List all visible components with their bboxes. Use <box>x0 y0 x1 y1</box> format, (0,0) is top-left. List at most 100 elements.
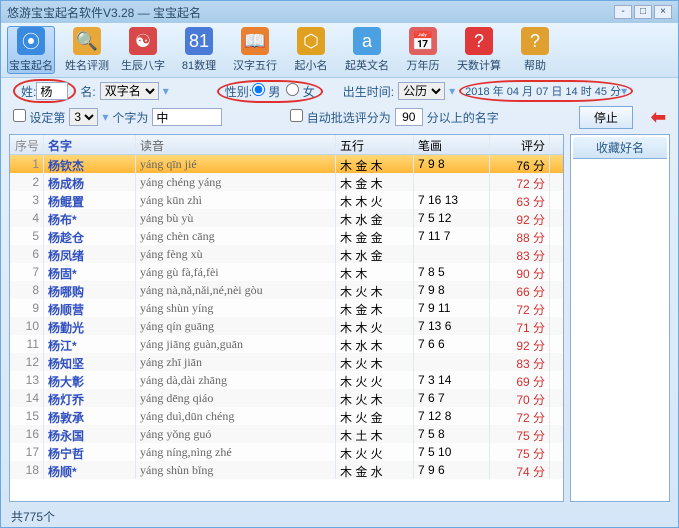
datetime-value[interactable]: 2018 年 04 月 07 日 14 时 45 分 <box>465 83 621 99</box>
toolbar-label: 宝宝起名 <box>9 57 53 73</box>
cell-wuxing: 木 水 金 <box>336 245 414 263</box>
dropdown-icon[interactable]: ▾ <box>449 84 455 98</box>
cell-score: 75 分 <box>490 425 550 443</box>
table-row[interactable]: 16杨永国yáng yǒng guó木 土 木7 5 875 分 <box>10 425 563 443</box>
table-row[interactable]: 1杨钦杰yáng qīn jié木 金 木7 9 876 分 <box>10 155 563 173</box>
toolbar-生辰八字[interactable]: ☯生辰八字 <box>119 26 167 74</box>
cell-wuxing: 木 火 火 <box>336 371 414 389</box>
dropdown-icon[interactable]: ▾ <box>621 84 627 98</box>
dropdown-icon[interactable]: ▾ <box>102 110 108 124</box>
toolbar-万年历[interactable]: 📅万年历 <box>399 26 447 74</box>
auto-score-input[interactable] <box>395 108 423 126</box>
toolbar-帮助[interactable]: ? 帮助 <box>511 26 559 74</box>
toolbar-label: 81数理 <box>182 57 216 73</box>
table-header: 序号 名字 读音 五行 笔画 评分 <box>10 135 563 155</box>
birth-label: 出生时间: <box>343 83 394 100</box>
toolbar-起英文名[interactable]: a起英文名 <box>343 26 391 74</box>
toolbar-宝宝起名[interactable]: ⦿宝宝起名 <box>7 26 55 74</box>
cell-seq: 15 <box>10 407 44 425</box>
toolbar-81数理[interactable]: 8181数理 <box>175 26 223 74</box>
stop-button[interactable]: 停止 <box>579 106 633 129</box>
minimize-button[interactable]: - <box>614 5 632 19</box>
cell-name: 杨顺* <box>44 461 136 479</box>
cell-strokes: 7 6 7 <box>414 389 490 407</box>
table-row[interactable]: 13杨大彰yáng dà,dài zhāng木 火 火7 3 1469 分 <box>10 371 563 389</box>
table-row[interactable]: 10杨勤光yáng qín guāng木 木 火7 13 671 分 <box>10 317 563 335</box>
table-row[interactable]: 15杨敦承yáng duì,dūn chéng木 火 金7 12 872 分 <box>10 407 563 425</box>
table-row[interactable]: 5杨趁仓yáng chèn cāng木 金 金7 11 788 分 <box>10 227 563 245</box>
toolbar-姓名评测[interactable]: 🔍 姓名评测 <box>63 26 111 74</box>
col-strokes[interactable]: 笔画 <box>414 135 490 154</box>
cell-score: 72 分 <box>490 407 550 425</box>
calendar-select[interactable]: 公历 <box>398 82 445 100</box>
toolbar-label: 起小名 <box>295 57 328 73</box>
cell-pinyin: yáng fèng xù <box>136 245 336 263</box>
toolbar-icon: 🔍 <box>73 27 101 55</box>
gender-female[interactable]: 女 <box>286 83 314 100</box>
cell-strokes: 7 9 6 <box>414 461 490 479</box>
toolbar-icon: ? <box>465 27 493 55</box>
cell-pinyin: yáng shùn yíng <box>136 299 336 317</box>
table-row[interactable]: 3杨鲲置yáng kūn zhì木 木 火7 16 1363 分 <box>10 191 563 209</box>
toolbar-汉字五行[interactable]: 📖汉字五行 <box>231 26 279 74</box>
char-input[interactable] <box>152 108 222 126</box>
col-score[interactable]: 评分 <box>490 135 550 154</box>
cell-pinyin: yáng dēng qiáo <box>136 389 336 407</box>
cell-wuxing: 木 金 木 <box>336 299 414 317</box>
cell-wuxing: 木 火 木 <box>336 389 414 407</box>
cell-pinyin: yáng chéng yáng <box>136 173 336 191</box>
auto-checkbox[interactable]: 自动批选评分为 <box>290 109 390 126</box>
favorites-tab[interactable]: 收藏好名 <box>573 137 667 159</box>
dropdown-icon[interactable]: ▾ <box>163 84 169 98</box>
gender-male[interactable]: 男 <box>252 83 280 100</box>
table-row[interactable]: 7杨固*yáng gù fà,fá,fèi木 木7 8 590 分 <box>10 263 563 281</box>
cell-pinyin: yáng dà,dài zhāng <box>136 371 336 389</box>
table-row[interactable]: 8杨哪购yáng nà,nǎ,nǎi,né,nèi gòu木 火 木7 9 86… <box>10 281 563 299</box>
table-row[interactable]: 6杨凤绪yáng fèng xù木 水 金83 分 <box>10 245 563 263</box>
table-row[interactable]: 2杨成杨yáng chéng yáng木 金 木72 分 <box>10 173 563 191</box>
toolbar-label: 汉字五行 <box>233 57 277 73</box>
set-num-select[interactable]: 3 <box>69 108 98 126</box>
cell-strokes: 7 9 8 <box>414 155 490 173</box>
cell-seq: 13 <box>10 371 44 389</box>
datetime-group: 2018 年 04 月 07 日 14 时 45 分 ▾ <box>459 80 633 102</box>
toolbar-起小名[interactable]: ⬡起小名 <box>287 26 335 74</box>
cell-pinyin: yáng kūn zhì <box>136 191 336 209</box>
cell-strokes: 7 13 6 <box>414 317 490 335</box>
table-row[interactable]: 9杨顺营yáng shùn yíng木 金 木7 9 1172 分 <box>10 299 563 317</box>
toolbar-label: 天数计算 <box>457 57 501 73</box>
cell-wuxing: 木 火 火 <box>336 443 414 461</box>
cell-score: 83 分 <box>490 245 550 263</box>
set-char-checkbox[interactable]: 设定第 <box>13 109 65 126</box>
toolbar-icon: ? <box>521 27 549 55</box>
toolbar-label: 帮助 <box>524 57 546 73</box>
cell-score: 70 分 <box>490 389 550 407</box>
cell-wuxing: 木 金 木 <box>336 155 414 173</box>
cell-name: 杨凤绪 <box>44 245 136 263</box>
maximize-button[interactable]: □ <box>634 5 652 19</box>
col-name[interactable]: 名字 <box>44 135 136 154</box>
table-row[interactable]: 11杨江*yáng jiāng guàn,guān木 水 木7 6 692 分 <box>10 335 563 353</box>
col-pinyin[interactable]: 读音 <box>136 135 336 154</box>
cell-wuxing: 木 火 木 <box>336 353 414 371</box>
table-row[interactable]: 4杨布*yáng bù yù木 水 金7 5 1292 分 <box>10 209 563 227</box>
close-button[interactable]: × <box>654 5 672 19</box>
table-row[interactable]: 18杨顺*yáng shùn bǐng木 金 水7 9 674 分 <box>10 461 563 479</box>
toolbar: ⦿宝宝起名 🔍 姓名评测 ☯生辰八字8181数理📖汉字五行⬡起小名a起英文名📅万年历?… <box>1 23 678 78</box>
name-type-select[interactable]: 双字名 <box>100 82 159 100</box>
cell-name: 杨钦杰 <box>44 155 136 173</box>
surname-input[interactable] <box>36 82 68 100</box>
cell-pinyin: yáng bù yù <box>136 209 336 227</box>
table-row[interactable]: 17杨宁哲yáng níng,nìng zhé木 火 火7 5 1075 分 <box>10 443 563 461</box>
gender-label: 性别: <box>225 83 252 100</box>
toolbar-天数计算[interactable]: ? 天数计算 <box>455 26 503 74</box>
col-seq[interactable]: 序号 <box>10 135 44 154</box>
char-label: 个字为 <box>112 109 148 126</box>
cell-pinyin: yáng gù fà,fá,fèi <box>136 263 336 281</box>
col-wuxing[interactable]: 五行 <box>336 135 414 154</box>
table-row[interactable]: 12杨知坚yáng zhī jiān木 火 木83 分 <box>10 353 563 371</box>
cell-score: 92 分 <box>490 209 550 227</box>
toolbar-label: 万年历 <box>407 57 440 73</box>
toolbar-label: 姓名评测 <box>65 57 109 73</box>
table-row[interactable]: 14杨灯乔yáng dēng qiáo木 火 木7 6 770 分 <box>10 389 563 407</box>
